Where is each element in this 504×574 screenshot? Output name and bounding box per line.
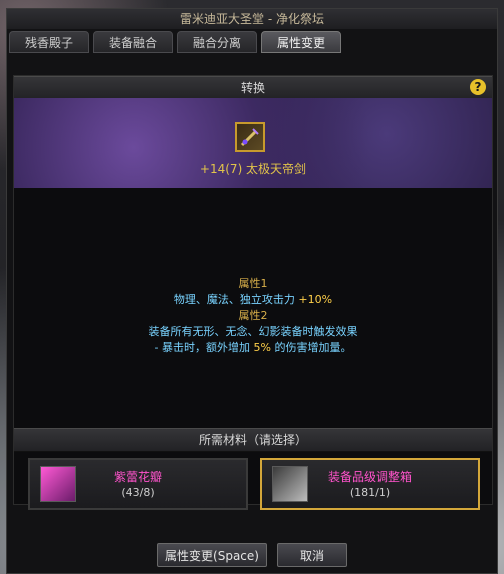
purification-altar-window: 雷米迪亚大圣堂 - 净化祭坛 残香殿子 装备融合 融合分离 属性变更 转换 ? … [6,8,498,574]
attribute-2-line-1: 装备所有无形、无念、幻影装备时触发效果 [148,325,358,338]
materials-section: 所需材料（请选择） 紫蕾花瓣 (43/8) 装备品级调整箱 (181/1) [14,428,492,510]
window-title: 雷米迪亚大圣堂 - 净化祭坛 [7,9,497,29]
item-name: +14(7) 太极天帝剑 [199,162,307,176]
attribute-1-title: 属性1 [238,277,268,290]
conversion-panel: 转换 ? +14(7) 太极天帝剑 属性1 物理、魔法、独立攻击力 +10% 属… [13,75,493,510]
tab-3[interactable]: 融合分离 [177,31,257,53]
attribute-1-text: 物理、魔法、独立攻击力 [173,293,299,306]
material-1-count: (43/8) [121,486,155,499]
material-1-name: 紫蕾花瓣 [113,470,162,484]
attribute-2-title: 属性2 [238,309,268,322]
item-slot[interactable] [235,122,265,152]
action-buttons: 属性变更(Space) 取消 [7,535,497,567]
attributes: 属性1 物理、魔法、独立攻击力 +10% 属性2 装备所有无形、无念、幻影装备时… [14,276,492,356]
attribute-2-line-2: - 暴击时，额外增加 5% 的伤害增加量。 [14,340,492,356]
material-option-2[interactable]: 装备品级调整箱 (181/1) [260,458,480,510]
tab-4-active[interactable]: 属性变更 [261,31,341,53]
cancel-button[interactable]: 取消 [277,543,347,567]
attribute-2-line-2-value: 5% [253,341,271,354]
material-2-name: 装备品级调整箱 [327,470,412,484]
conversion-header-label: 转换 [240,81,265,95]
conversion-header: 转换 ? [14,76,492,100]
attribute-1-value: +10% [298,293,333,306]
material-option-1[interactable]: 紫蕾花瓣 (43/8) [28,458,248,510]
attribute-2-line-2-suffix: 的伤害增加量。 [274,341,352,354]
item-banner: +14(7) 太极天帝剑 [14,98,492,188]
tabs: 残香殿子 装备融合 融合分离 属性变更 [7,31,497,55]
material-2-count: (181/1) [349,486,391,499]
attribute-2-line-2-prefix: - 暴击时，额外增加 [154,341,250,354]
tab-2[interactable]: 装备融合 [93,31,173,53]
tab-1[interactable]: 残香殿子 [9,31,89,53]
change-attribute-button[interactable]: 属性变更(Space) [157,543,267,567]
sword-icon [240,128,259,147]
help-icon[interactable]: ? [470,79,486,95]
attribute-1-line: 物理、魔法、独立攻击力 +10% [14,292,492,308]
materials-header: 所需材料（请选择） [14,428,492,452]
